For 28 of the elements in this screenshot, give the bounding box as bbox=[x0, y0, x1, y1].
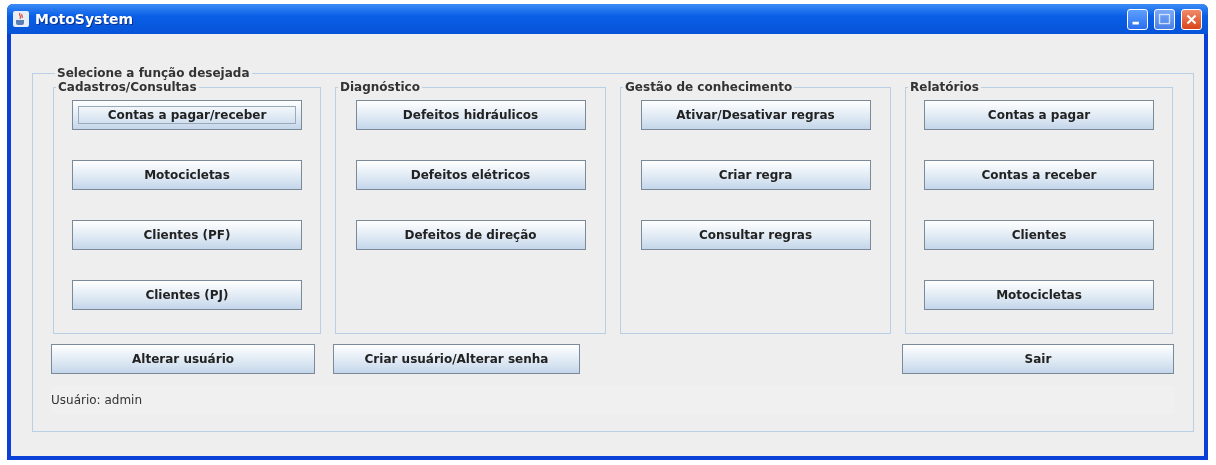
group-title: Relatórios bbox=[909, 80, 980, 94]
function-button[interactable]: Contas a pagar/receber bbox=[72, 100, 302, 130]
function-button[interactable]: Motocicletas bbox=[72, 160, 302, 190]
function-button[interactable]: Ativar/Desativar regras bbox=[640, 100, 871, 130]
action-button[interactable]: Criar usuário/Alterar senha bbox=[333, 344, 580, 374]
action-button[interactable]: Sair bbox=[902, 344, 1174, 374]
function-button[interactable]: Defeitos elétricos bbox=[355, 160, 586, 190]
window-title: MotoSystem bbox=[35, 11, 135, 27]
function-button[interactable]: Clientes (PF) bbox=[72, 220, 302, 250]
function-button[interactable]: Clientes (PJ) bbox=[72, 280, 302, 310]
close-button[interactable] bbox=[1181, 8, 1202, 30]
function-button[interactable]: Contas a pagar bbox=[924, 100, 1154, 130]
group-title: Diagnóstico bbox=[339, 80, 421, 94]
group-title: Cadastros/Consultas bbox=[57, 80, 198, 94]
function-button[interactable]: Contas a receber bbox=[924, 160, 1154, 190]
user-label: Usuário: admin bbox=[51, 393, 143, 407]
function-button[interactable]: Clientes bbox=[924, 220, 1154, 250]
function-button[interactable]: Criar regra bbox=[640, 160, 871, 190]
function-button[interactable]: Defeitos hidráulicos bbox=[355, 100, 586, 130]
coffee-cup-icon bbox=[13, 11, 29, 27]
minimize-button[interactable] bbox=[1127, 8, 1148, 30]
function-button[interactable]: Motocicletas bbox=[924, 280, 1154, 310]
function-button[interactable]: Defeitos de direção bbox=[355, 220, 586, 250]
group-title: Selecione a função desejada bbox=[56, 66, 251, 80]
group-title: Gestão de conhecimento bbox=[624, 80, 794, 94]
maximize-button[interactable] bbox=[1154, 8, 1175, 30]
action-button[interactable]: Alterar usuário bbox=[51, 344, 315, 374]
function-button[interactable]: Consultar regras bbox=[640, 220, 871, 250]
